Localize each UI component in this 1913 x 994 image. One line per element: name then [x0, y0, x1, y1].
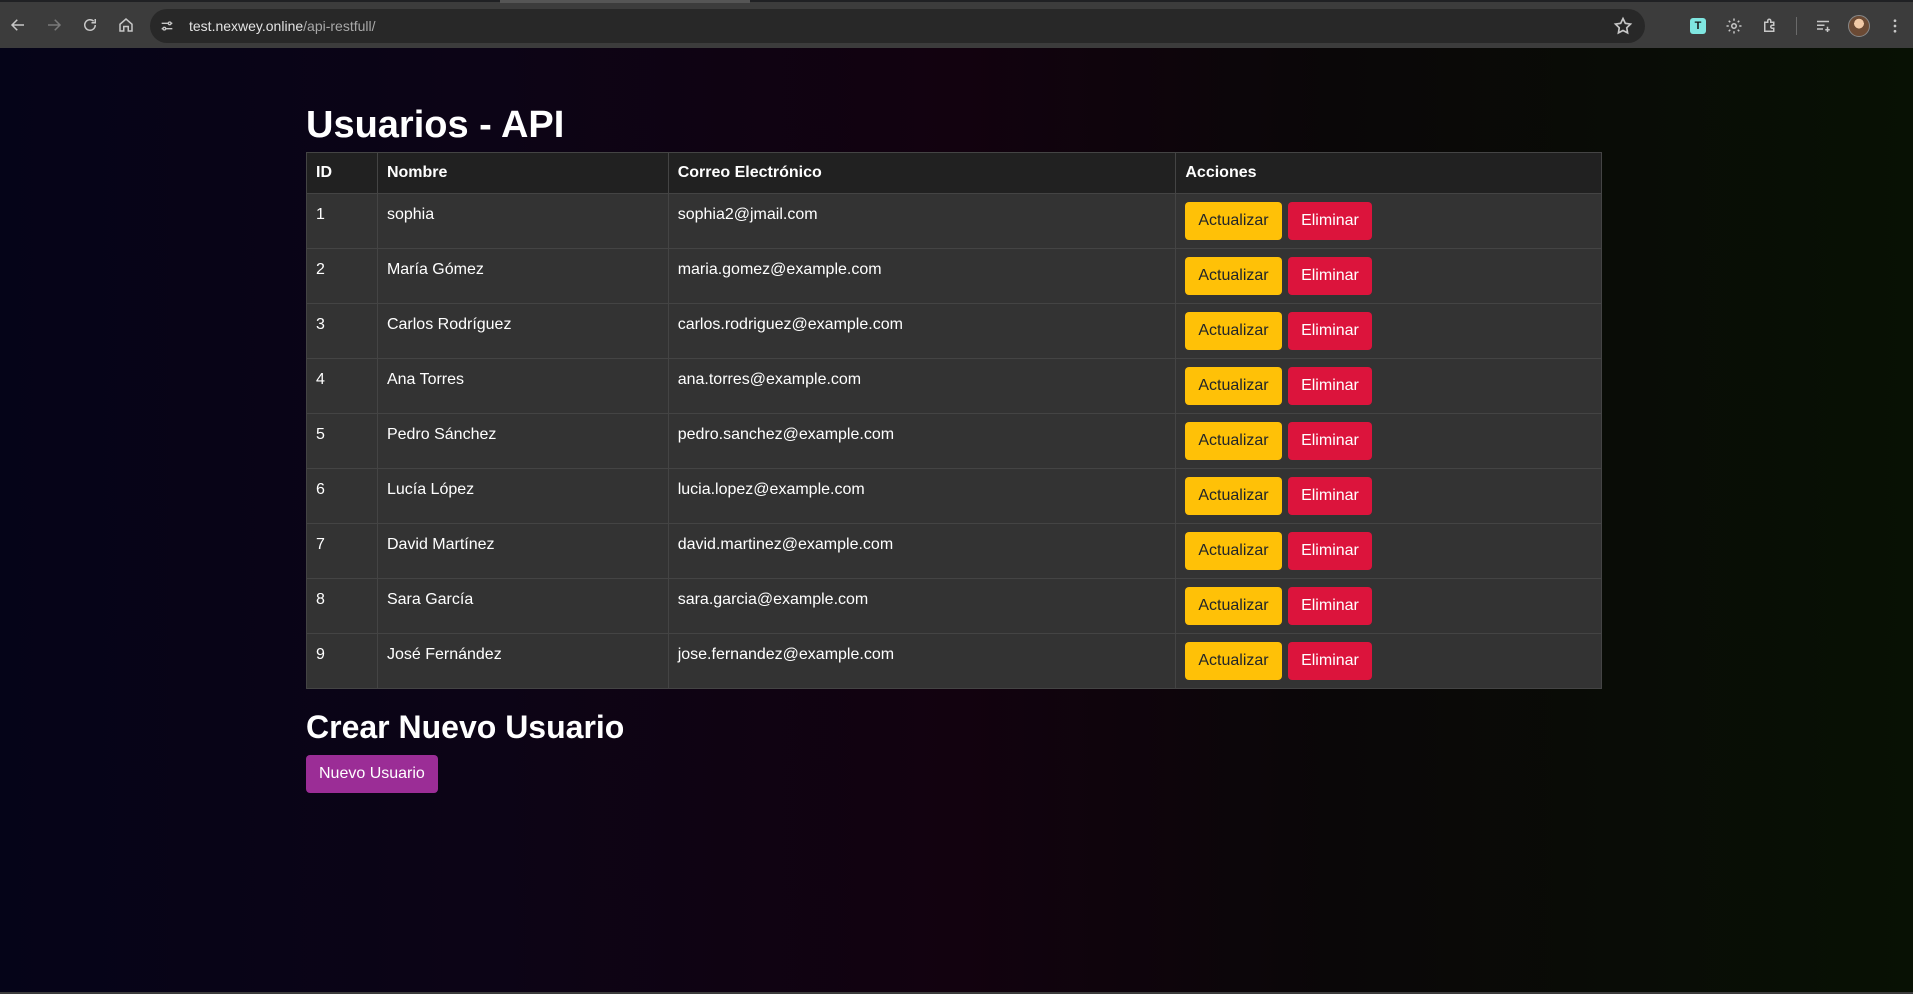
cell-id: 6 [306, 468, 378, 524]
main-container: Usuarios - API ID Nombre Correo Electrón… [306, 48, 1602, 793]
toolbar-separator [1796, 17, 1797, 35]
cell-actions: Actualizar Eliminar [1175, 633, 1602, 689]
extension-gear-icon[interactable] [1716, 8, 1752, 44]
header-email: Correo Electrónico [668, 152, 1177, 194]
url-text: test.nexwey.online/api-restfull/ [189, 18, 376, 34]
reading-list-icon[interactable] [1805, 8, 1841, 44]
table-row: 3 Carlos Rodríguez carlos.rodriguez@exam… [306, 303, 1602, 359]
cell-id: 5 [306, 413, 378, 469]
cell-email: pedro.sanchez@example.com [668, 413, 1177, 469]
url-host: test.nexwey.online [189, 18, 304, 34]
update-button[interactable]: Actualizar [1185, 532, 1282, 570]
header-actions: Acciones [1175, 152, 1602, 194]
site-settings-icon[interactable] [153, 12, 181, 40]
cell-id: 3 [306, 303, 378, 359]
avatar [1848, 15, 1870, 37]
header-id: ID [306, 152, 378, 194]
cell-email: david.martinez@example.com [668, 523, 1177, 579]
table-row: 2 María Gómez maria.gomez@example.com Ac… [306, 248, 1602, 304]
cell-id: 1 [306, 193, 378, 249]
users-table: ID Nombre Correo Electrónico Acciones 1 … [306, 152, 1602, 689]
cell-email: maria.gomez@example.com [668, 248, 1177, 304]
delete-button[interactable]: Eliminar [1288, 477, 1372, 515]
table-row: 4 Ana Torres ana.torres@example.com Actu… [306, 358, 1602, 414]
update-button[interactable]: Actualizar [1185, 642, 1282, 680]
table-row: 8 Sara García sara.garcia@example.com Ac… [306, 578, 1602, 634]
cell-id: 8 [306, 578, 378, 634]
cell-email: sophia2@jmail.com [668, 193, 1177, 249]
tab-strip [500, 0, 750, 3]
bookmark-star-icon[interactable] [1613, 16, 1633, 36]
cell-id: 4 [306, 358, 378, 414]
delete-button[interactable]: Eliminar [1288, 367, 1372, 405]
browser-toolbar: test.nexwey.online/api-restfull/ T [0, 0, 1913, 48]
page-body: Usuarios - API ID Nombre Correo Electrón… [0, 48, 1913, 994]
cell-actions: Actualizar Eliminar [1175, 248, 1602, 304]
new-user-button[interactable]: Nuevo Usuario [306, 755, 438, 793]
cell-actions: Actualizar Eliminar [1175, 303, 1602, 359]
delete-button[interactable]: Eliminar [1288, 312, 1372, 350]
cell-email: jose.fernandez@example.com [668, 633, 1177, 689]
cell-actions: Actualizar Eliminar [1175, 523, 1602, 579]
update-button[interactable]: Actualizar [1185, 312, 1282, 350]
cell-name: José Fernández [377, 633, 669, 689]
cell-id: 9 [306, 633, 378, 689]
cell-name: María Gómez [377, 248, 669, 304]
reload-icon[interactable] [72, 7, 108, 43]
delete-button[interactable]: Eliminar [1288, 257, 1372, 295]
users-table-body: 1 sophia sophia2@jmail.com Actualizar El… [306, 193, 1602, 689]
delete-button[interactable]: Eliminar [1288, 422, 1372, 460]
toolbar-right: T [1680, 2, 1913, 50]
cell-name: Carlos Rodríguez [377, 303, 669, 359]
cell-actions: Actualizar Eliminar [1175, 413, 1602, 469]
extensions-puzzle-icon[interactable] [1752, 8, 1788, 44]
cell-name: David Martínez [377, 523, 669, 579]
home-icon[interactable] [108, 7, 144, 43]
cell-name: Ana Torres [377, 358, 669, 414]
address-bar[interactable]: test.nexwey.online/api-restfull/ [150, 9, 1645, 43]
table-row: 5 Pedro Sánchez pedro.sanchez@example.co… [306, 413, 1602, 469]
table-row: 1 sophia sophia2@jmail.com Actualizar El… [306, 193, 1602, 249]
delete-button[interactable]: Eliminar [1288, 532, 1372, 570]
profile-avatar[interactable] [1841, 8, 1877, 44]
update-button[interactable]: Actualizar [1185, 422, 1282, 460]
table-row: 7 David Martínez david.martinez@example.… [306, 523, 1602, 579]
delete-button[interactable]: Eliminar [1288, 642, 1372, 680]
cell-email: carlos.rodriguez@example.com [668, 303, 1177, 359]
table-header-row: ID Nombre Correo Electrónico Acciones [306, 152, 1602, 194]
cell-actions: Actualizar Eliminar [1175, 468, 1602, 524]
delete-button[interactable]: Eliminar [1288, 202, 1372, 240]
cell-email: ana.torres@example.com [668, 358, 1177, 414]
table-row: 9 José Fernández jose.fernandez@example.… [306, 633, 1602, 689]
cell-name: Sara García [377, 578, 669, 634]
update-button[interactable]: Actualizar [1185, 202, 1282, 240]
update-button[interactable]: Actualizar [1185, 257, 1282, 295]
url-path: /api-restfull/ [303, 18, 376, 34]
cell-name: Lucía López [377, 468, 669, 524]
forward-icon[interactable] [36, 7, 72, 43]
back-icon[interactable] [0, 7, 36, 43]
cell-id: 7 [306, 523, 378, 579]
table-row: 6 Lucía López lucia.lopez@example.com Ac… [306, 468, 1602, 524]
page-title: Usuarios - API [306, 104, 565, 146]
create-user-heading: Crear Nuevo Usuario [306, 709, 625, 745]
extension-t-icon[interactable]: T [1680, 8, 1716, 44]
cell-actions: Actualizar Eliminar [1175, 358, 1602, 414]
cell-actions: Actualizar Eliminar [1175, 578, 1602, 634]
header-name: Nombre [377, 152, 669, 194]
update-button[interactable]: Actualizar [1185, 477, 1282, 515]
cell-id: 2 [306, 248, 378, 304]
cell-actions: Actualizar Eliminar [1175, 193, 1602, 249]
cell-email: sara.garcia@example.com [668, 578, 1177, 634]
update-button[interactable]: Actualizar [1185, 367, 1282, 405]
cell-name: sophia [377, 193, 669, 249]
cell-name: Pedro Sánchez [377, 413, 669, 469]
update-button[interactable]: Actualizar [1185, 587, 1282, 625]
cell-email: lucia.lopez@example.com [668, 468, 1177, 524]
delete-button[interactable]: Eliminar [1288, 587, 1372, 625]
menu-dots-icon[interactable] [1877, 8, 1913, 44]
